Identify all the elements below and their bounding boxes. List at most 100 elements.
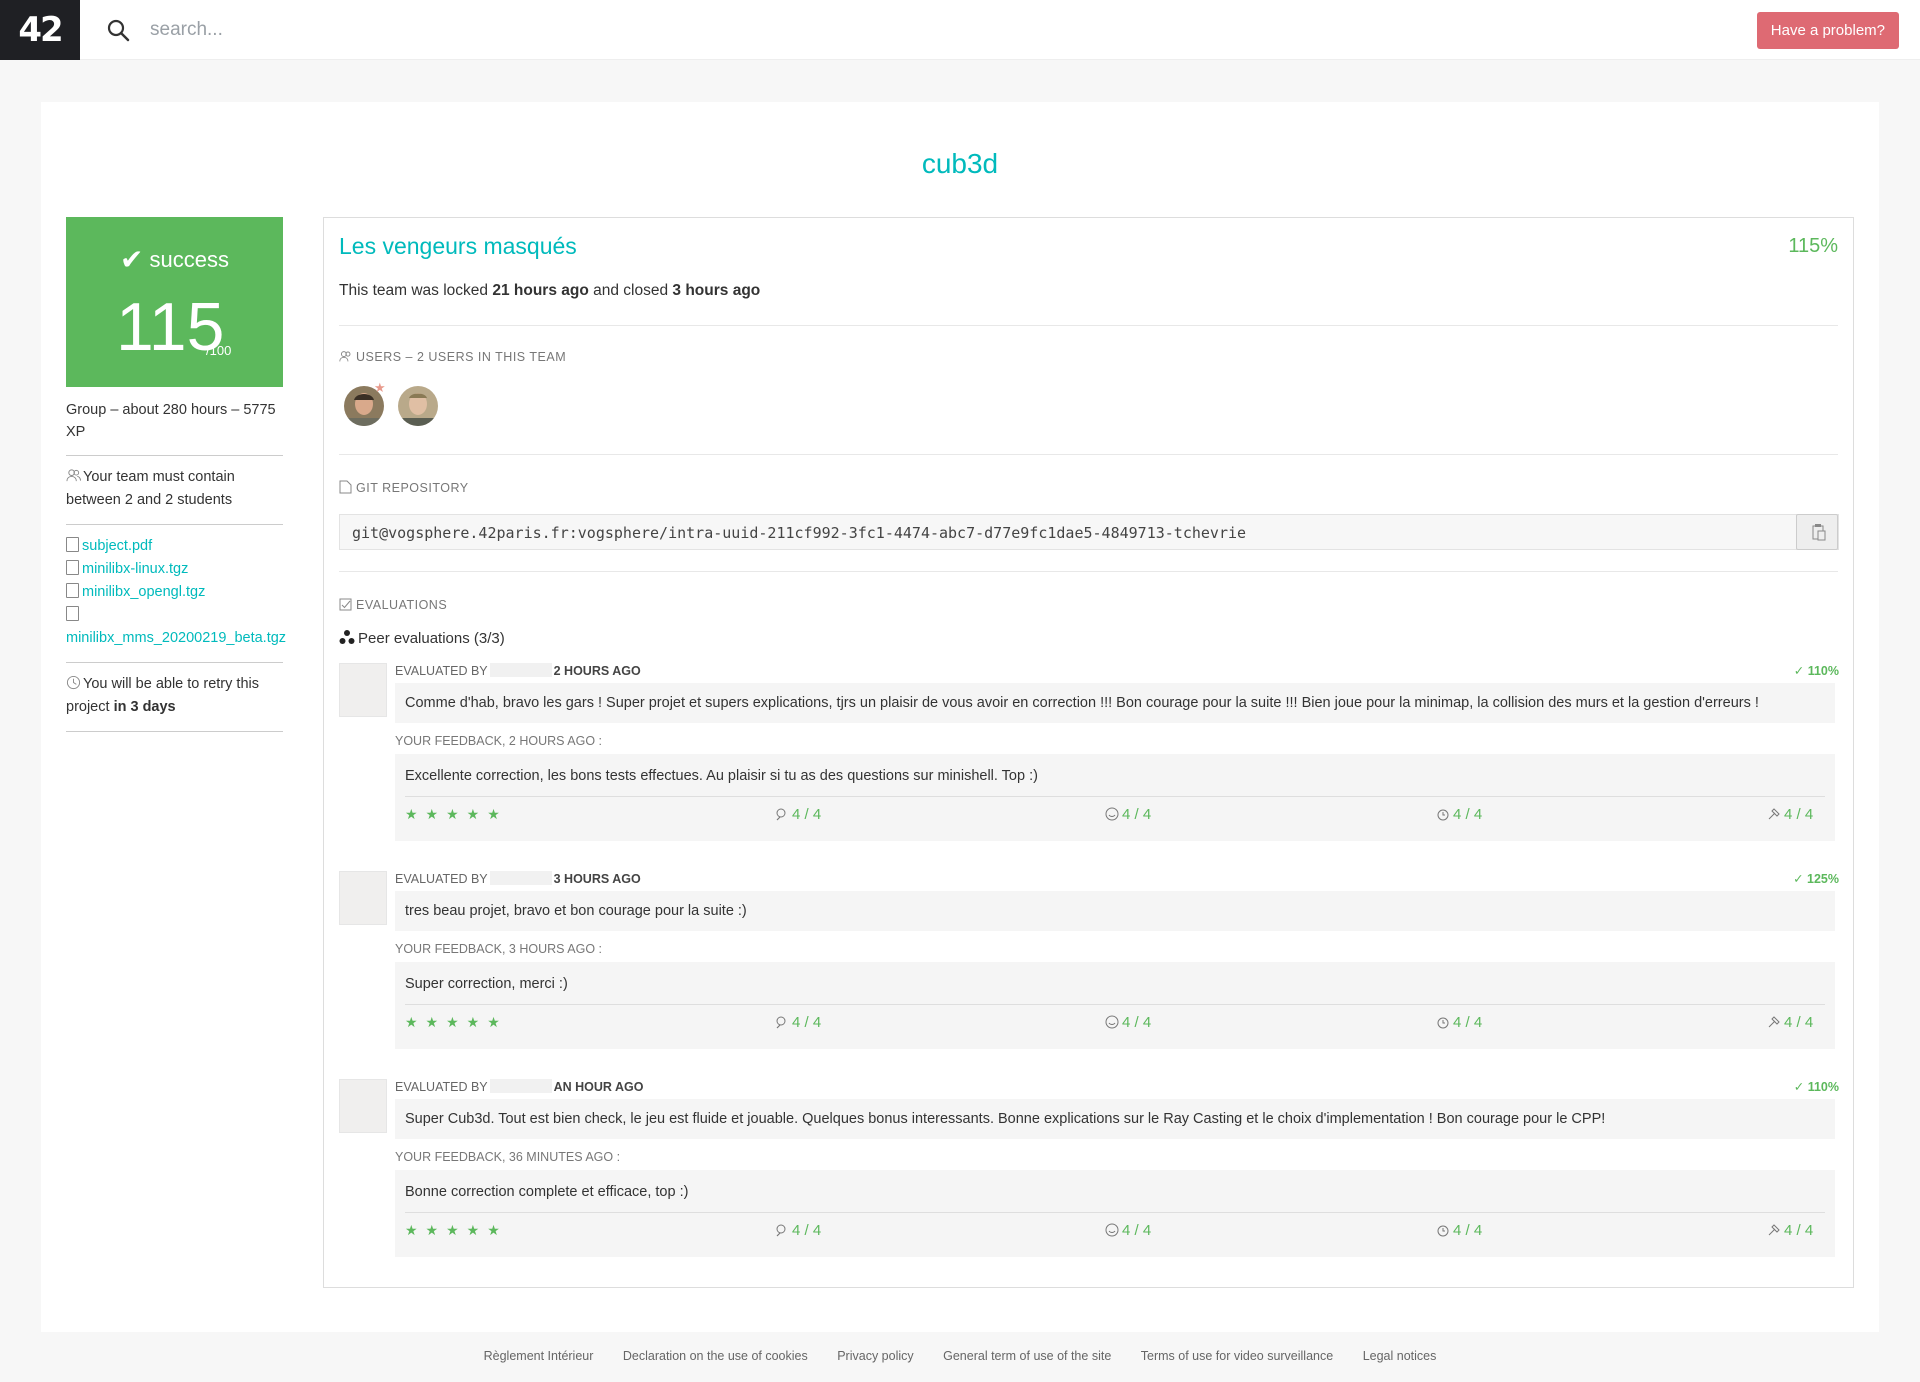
project-title: cub3d	[921, 148, 999, 179]
clipboard-icon	[1812, 524, 1826, 541]
team-name[interactable]: Les vengeurs masqués	[339, 233, 577, 260]
evaluation-percent: ✓ 110%	[1793, 664, 1839, 678]
footer-link-privacy[interactable]: Privacy policy	[837, 1349, 913, 1363]
feedback-box: Excellente correction, les bons tests ef…	[395, 754, 1835, 841]
criterion-rigorous: 4 / 4	[1767, 806, 1813, 823]
criterion-punctuality: 4 / 4	[1436, 806, 1482, 823]
file-icon	[66, 537, 79, 552]
top-bar: 42 Have a problem?	[0, 0, 1920, 60]
evaluations-section-label: Evaluations	[339, 598, 447, 612]
evaluation-percent: ✓ 110%	[1793, 1080, 1839, 1094]
evaluator-avatar[interactable]	[339, 871, 387, 925]
evaluation-card: EVALUATED BY AN HOUR AGO ✓ 110% Super Cub…	[339, 1079, 1839, 1274]
evaluation-header: EVALUATED BY 3 HOURS AGO	[395, 871, 641, 886]
criterion-interested: 4 / 4	[775, 806, 821, 823]
attachment-item: subject.pdf	[66, 535, 283, 558]
search-icon[interactable]	[106, 18, 130, 42]
attachment-link[interactable]: minilibx_opengl.tgz	[82, 584, 205, 600]
divider	[339, 325, 1838, 326]
footer-link-reglement[interactable]: Règlement Intérieur	[484, 1349, 594, 1363]
clock-icon	[66, 675, 81, 690]
logo-42[interactable]: 42	[0, 0, 80, 60]
feedback-box: Bonne correction complete et efficace, t…	[395, 1170, 1835, 1257]
evaluation-card: EVALUATED BY 3 HOURS AGO ✓ 125% tres beau…	[339, 871, 1839, 1066]
evaluation-comment: tres beau projet, bravo et bon courage p…	[395, 891, 1835, 931]
alarm-clock-icon	[1437, 1017, 1449, 1029]
team-member-avatar[interactable]	[398, 386, 438, 426]
feedback-label: YOUR FEEDBACK, 3 HOURS AGO :	[395, 942, 602, 956]
team-percent: 115%	[1788, 235, 1838, 257]
footer: Règlement Intérieur Declaration on the u…	[0, 1349, 1920, 1363]
alarm-clock-icon	[1437, 1225, 1449, 1237]
copy-repository-button[interactable]	[1796, 514, 1838, 550]
magnifier-user-icon	[776, 808, 786, 821]
divider	[405, 1212, 1825, 1213]
criterion-punctuality: 4 / 4	[1436, 1222, 1482, 1239]
git-repository-field[interactable]: git@vogsphere.42paris.fr:vogsphere/intra…	[339, 514, 1839, 550]
criterion-rigorous: 4 / 4	[1767, 1222, 1813, 1239]
project-panel: cub3d ✔ success 115 /100 Group – about 28…	[41, 102, 1879, 1332]
footer-link-terms[interactable]: General term of use of the site	[943, 1349, 1111, 1363]
git-repository-url[interactable]: git@vogsphere.42paris.fr:vogsphere/intra…	[352, 524, 1246, 542]
final-mark-box: ✔ success 115 /100	[66, 217, 283, 387]
attachment-item: minilibx_opengl.tgz	[66, 581, 283, 604]
rating-stars: ★★★★★	[405, 1222, 508, 1238]
attachment-link[interactable]: subject.pdf	[82, 538, 152, 554]
check-icon: ✔	[120, 244, 144, 275]
attachment-item: minilibx-linux.tgz	[66, 558, 283, 581]
smiley-icon	[1105, 1223, 1119, 1237]
criterion-interested: 4 / 4	[775, 1014, 821, 1031]
evaluation-comment: Super Cub3d. Tout est bien check, le jeu…	[395, 1099, 1835, 1139]
criterion-punctuality: 4 / 4	[1436, 1014, 1482, 1031]
feedback-label: YOUR FEEDBACK, 36 MINUTES AGO :	[395, 1150, 621, 1164]
attachment-link[interactable]: minilibx-linux.tgz	[82, 561, 188, 577]
smiley-icon	[1105, 807, 1119, 821]
checkbox-icon	[339, 598, 352, 611]
evaluation-header: EVALUATED BY 2 HOURS AGO	[395, 663, 641, 678]
evaluator-avatar[interactable]	[339, 663, 387, 717]
peer-evaluations-title: Peer evaluations (3/3)	[339, 629, 505, 647]
users-icon	[339, 351, 351, 362]
evaluation-card: EVALUATED BY 2 HOURS AGO ✓ 110% Comme d'h…	[339, 663, 1839, 858]
users-icon	[66, 469, 81, 482]
mark-max: /100	[206, 343, 232, 358]
evaluation-comment: Comme d'hab, bravo les gars ! Super proj…	[395, 683, 1835, 723]
file-icon	[66, 560, 79, 575]
retry-info: You will be able to retry this project i…	[66, 663, 283, 732]
feedback-text: Super correction, merci :)	[405, 976, 568, 992]
search-input[interactable]	[150, 14, 850, 46]
feedback-text: Excellente correction, les bons tests ef…	[405, 768, 1038, 784]
team-leader-star-icon: ★	[374, 380, 386, 395]
project-sidebar: ✔ success 115 /100 Group – about 280 hour…	[66, 217, 286, 732]
hammer-icon	[1768, 1016, 1780, 1028]
evaluator-login[interactable]	[489, 871, 552, 885]
file-icon	[66, 606, 79, 621]
feedback-box: Super correction, merci :) ★★★★★ 4 / 4 4…	[395, 962, 1835, 1049]
footer-link-video-surveillance[interactable]: Terms of use for video surveillance	[1141, 1349, 1333, 1363]
footer-link-cookies[interactable]: Declaration on the use of cookies	[623, 1349, 808, 1363]
criterion-nice: 4 / 4	[1105, 1014, 1151, 1031]
evaluation-header: EVALUATED BY AN HOUR AGO	[395, 1079, 644, 1094]
mark-status: ✔ success	[120, 244, 229, 275]
divider	[339, 571, 1838, 572]
project-info: Group – about 280 hours – 5775 XP	[66, 399, 283, 456]
feedback-text: Bonne correction complete et efficace, t…	[405, 1184, 689, 1200]
alarm-clock-icon	[1437, 809, 1449, 821]
footer-link-legal[interactable]: Legal notices	[1363, 1349, 1437, 1363]
rating-stars: ★★★★★	[405, 806, 508, 822]
attachment-item: minilibx_mms_20200219_beta.tgz	[66, 604, 286, 650]
have-a-problem-button[interactable]: Have a problem?	[1756, 12, 1899, 49]
attachment-link[interactable]: minilibx_mms_20200219_beta.tgz	[66, 630, 286, 646]
document-icon	[339, 480, 352, 494]
rating-stars: ★★★★★	[405, 1014, 508, 1030]
divider	[339, 454, 1838, 455]
team-card: Les vengeurs masqués 115% This team was …	[323, 217, 1854, 1288]
evaluator-login[interactable]	[489, 663, 552, 677]
evaluator-login[interactable]	[489, 1079, 552, 1093]
divider	[405, 1004, 1825, 1005]
file-icon	[66, 583, 79, 598]
evaluator-avatar[interactable]	[339, 1079, 387, 1133]
team-rule: Your team must contain between 2 and 2 s…	[66, 456, 283, 525]
git-section-label: Git repository	[339, 480, 469, 495]
evaluation-percent: ✓ 125%	[1793, 872, 1839, 886]
